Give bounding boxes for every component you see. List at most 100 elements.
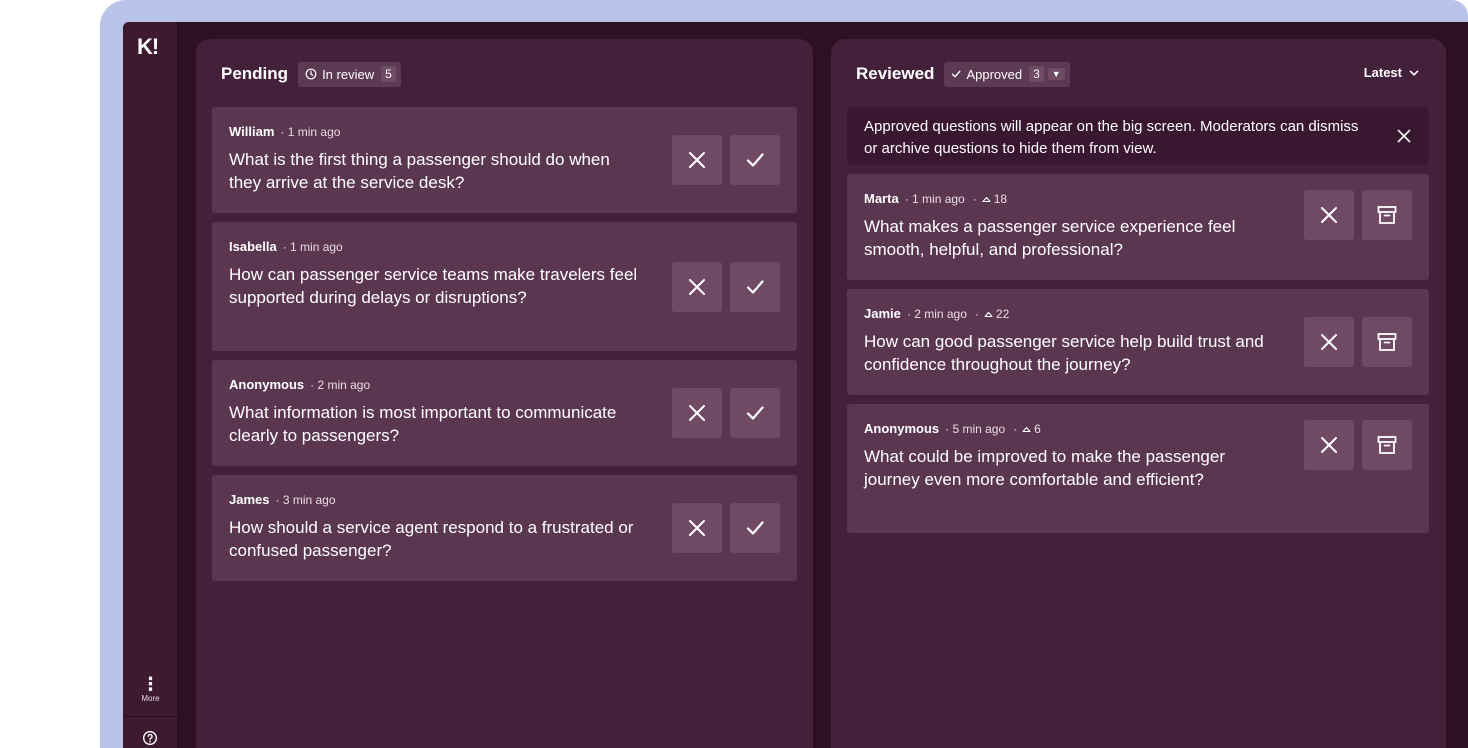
approve-button[interactable] (730, 262, 780, 312)
approved-label: Approved (966, 66, 1023, 82)
help-icon[interactable] (142, 730, 158, 746)
close-icon (1321, 334, 1337, 350)
close-icon (689, 152, 705, 168)
archive-icon (1377, 333, 1397, 351)
question-time: · 3 min ago (275, 493, 336, 507)
in-review-count: 5 (381, 66, 396, 82)
approved-count: 3 (1029, 66, 1044, 82)
question-meta: Isabella · 1 min ago (229, 239, 343, 254)
sort-label: Latest (1363, 65, 1402, 80)
more-icon: ⋮ (141, 674, 160, 694)
pending-title: Pending (221, 64, 289, 83)
reviewed-question-card: Anonymous · 5 min ago · 6 What could be … (847, 404, 1429, 533)
question-text: What is the first thing a passenger shou… (229, 150, 610, 192)
close-icon (689, 520, 705, 536)
approve-button[interactable] (730, 135, 780, 185)
sort-dropdown[interactable]: Latest (1364, 65, 1420, 80)
question-author: Isabella (229, 239, 277, 254)
archive-button[interactable] (1362, 317, 1412, 367)
question-meta: Anonymous · 5 min ago · 6 (864, 421, 1041, 436)
question-text: How should a service agent respond to a … (229, 518, 634, 560)
question-time: · 2 min ago (906, 307, 967, 321)
check-icon (746, 280, 764, 294)
pending-question-card: Isabella · 1 min ago How can passenger s… (212, 222, 797, 351)
upvote-count: · 22 (975, 307, 1009, 321)
reviewed-title: Reviewed (856, 64, 935, 83)
dismiss-notice-button[interactable] (1395, 127, 1413, 145)
more-button[interactable]: ⋮ More (123, 674, 178, 703)
question-text: How can passenger service teams make tra… (229, 265, 638, 307)
archive-button[interactable] (1362, 190, 1412, 240)
archive-icon (1377, 206, 1397, 224)
question-author: James (229, 492, 270, 507)
approve-button[interactable] (730, 388, 780, 438)
clock-icon (305, 68, 317, 80)
upvote-count: · 6 (1013, 422, 1041, 436)
reject-button[interactable] (672, 388, 722, 438)
upvote-icon (982, 196, 991, 202)
check-icon (746, 521, 764, 535)
app-window: K! ⋮ More Pending In review 5 William · … (123, 22, 1468, 748)
in-review-label: In review (322, 66, 375, 82)
question-author: Anonymous (864, 421, 940, 436)
question-time: · 2 min ago (310, 378, 371, 392)
close-icon (1321, 437, 1337, 453)
close-icon (689, 279, 705, 295)
question-text: What could be improved to make the passe… (864, 447, 1225, 489)
close-icon (689, 405, 705, 421)
reject-button[interactable] (672, 135, 722, 185)
votes-value: 6 (1034, 422, 1041, 436)
question-meta: James · 3 min ago (229, 492, 336, 507)
pending-header: Pending In review 5 (221, 61, 401, 87)
check-icon (746, 406, 764, 420)
question-author: Jamie (864, 306, 901, 321)
app-logo[interactable]: K! (137, 34, 159, 60)
pending-question-card: Anonymous · 2 min ago What information i… (212, 360, 797, 466)
close-icon (1321, 207, 1337, 223)
pending-question-card: William · 1 min ago What is the first th… (212, 107, 797, 213)
pending-panel: Pending In review 5 William · 1 min ago … (196, 39, 813, 748)
question-time: · 5 min ago (945, 422, 1006, 436)
pending-question-card: James · 3 min ago How should a service a… (212, 475, 797, 581)
question-time: · 1 min ago (904, 192, 965, 206)
dismiss-button[interactable] (1304, 190, 1354, 240)
reject-button[interactable] (672, 503, 722, 553)
question-meta: William · 1 min ago (229, 124, 340, 139)
votes-separator: · (972, 192, 977, 206)
notice-text: Approved questions will appear on the bi… (864, 118, 1359, 157)
question-author: William (229, 124, 275, 139)
archive-icon (1377, 436, 1397, 454)
reviewed-header: Reviewed Approved 3 ▼ (856, 61, 1070, 87)
reviewed-question-card: Marta · 1 min ago · 18 What makes a pass… (847, 174, 1429, 280)
sidebar-divider (123, 716, 178, 717)
in-review-filter[interactable]: In review 5 (298, 61, 401, 87)
reviewed-panel: Reviewed Approved 3 ▼ Latest Approved qu… (831, 39, 1446, 748)
question-meta: Anonymous · 2 min ago (229, 377, 370, 392)
check-icon (746, 153, 764, 167)
question-text: What information is most important to co… (229, 403, 617, 445)
reject-button[interactable] (672, 262, 722, 312)
question-author: Marta (864, 191, 899, 206)
sidebar: K! ⋮ More (123, 22, 178, 748)
question-author: Anonymous (229, 377, 305, 392)
votes-value: 18 (993, 192, 1008, 206)
reviewed-question-card: Jamie · 2 min ago · 22 How can good pass… (847, 289, 1429, 395)
question-time: · 1 min ago (282, 240, 343, 254)
votes-value: 22 (995, 307, 1010, 321)
question-meta: Marta · 1 min ago · 18 (864, 191, 1007, 206)
dismiss-button[interactable] (1304, 317, 1354, 367)
more-label: More (141, 694, 160, 703)
dismiss-button[interactable] (1304, 420, 1354, 470)
archive-button[interactable] (1362, 420, 1412, 470)
upvote-icon (1022, 426, 1031, 432)
question-text: What makes a passenger service experienc… (864, 217, 1236, 259)
upvote-icon (984, 311, 993, 317)
question-meta: Jamie · 2 min ago · 22 (864, 306, 1009, 321)
question-text: How can good passenger service help buil… (864, 332, 1264, 374)
votes-separator: · (974, 307, 979, 321)
upvote-count: · 18 (973, 192, 1007, 206)
check-icon (952, 70, 961, 78)
approved-filter-dropdown[interactable]: Approved 3 ▼ (944, 61, 1070, 87)
approve-button[interactable] (730, 503, 780, 553)
chevron-down-icon (1409, 70, 1419, 76)
